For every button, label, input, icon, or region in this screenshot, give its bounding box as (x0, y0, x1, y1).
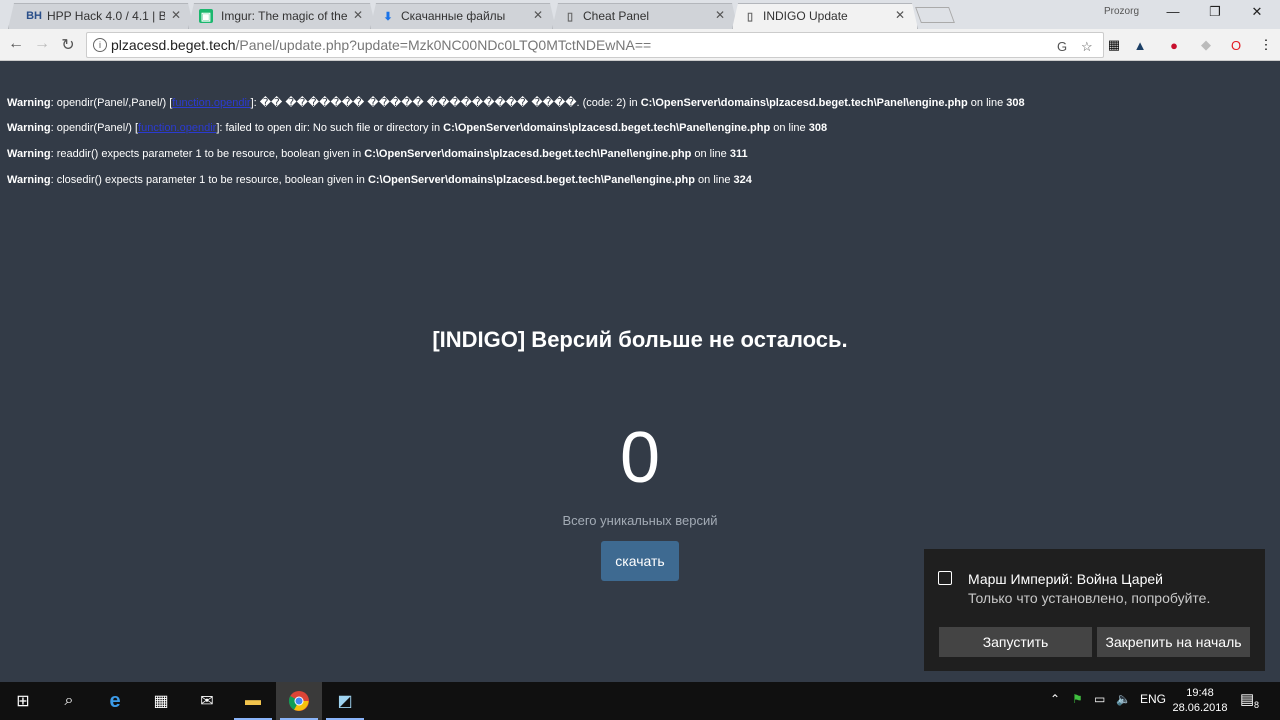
menu-dots-icon[interactable]: ⋮ (1256, 35, 1276, 55)
reload-icon[interactable]: ↻ (58, 35, 78, 55)
extension-triangle-icon[interactable]: ▲ (1130, 35, 1150, 55)
notification-count: 8 (1254, 700, 1260, 710)
close-icon[interactable]: ✕ (533, 8, 543, 22)
tab-title: Cheat Panel (583, 9, 650, 23)
page-headline: [INDIGO] Версий больше не осталось. (432, 327, 848, 352)
bh-favicon-icon: BH (26, 10, 42, 22)
tab-indigo-update[interactable]: ▯ INDIGO Update ✕ (732, 3, 918, 29)
maximize-icon[interactable]: ❐ (1200, 4, 1230, 20)
browser-toolbar: ← → ↻ i plzacesd.beget.tech/Panel/update… (0, 29, 1280, 61)
back-arrow-icon[interactable]: ← (6, 35, 26, 53)
php-warning: Warning: opendir(Panel/,Panel/) [functio… (7, 97, 1025, 109)
tab-title: Скачанные файлы (401, 9, 506, 23)
extension-opera-icon[interactable]: O (1226, 35, 1246, 55)
tab-imgur[interactable]: ▣ Imgur: The magic of the I ✕ (188, 3, 376, 29)
mail-icon[interactable]: ✉ (184, 682, 230, 720)
toast-notification: Марш Империй: Война Царей Только что уст… (924, 549, 1265, 671)
file-explorer-icon[interactable]: ▬ (230, 682, 276, 720)
tab-title: Imgur: The magic of the I (221, 9, 347, 23)
tab-title: HPP Hack 4.0 / 4.1 | Blast (47, 9, 156, 23)
version-count-label: Всего уникальных версий (562, 513, 718, 528)
url-host: plzacesd.beget.tech (111, 37, 236, 53)
store-icon[interactable]: ▦ (138, 682, 184, 720)
volume-icon[interactable]: 🔈 (1116, 692, 1131, 706)
chevron-up-icon[interactable]: ⌃ (1050, 692, 1060, 706)
language-indicator[interactable]: ENG (1140, 692, 1166, 706)
close-icon[interactable]: ✕ (353, 8, 363, 22)
launch-button[interactable]: Запустить (939, 627, 1092, 657)
php-warning: Warning: closedir() expects parameter 1 … (7, 174, 752, 186)
tab-hpp-hack[interactable]: BH HPP Hack 4.0 / 4.1 | Blast ✕ (8, 3, 194, 29)
tab-downloads[interactable]: ⬇ Скачанные файлы ✕ (370, 3, 556, 29)
address-bar[interactable]: i plzacesd.beget.tech/Panel/update.php?u… (86, 32, 1104, 58)
tab-title: INDIGO Update (763, 9, 848, 23)
close-icon[interactable]: ✕ (171, 8, 181, 22)
imgur-favicon-icon: ▣ (200, 10, 212, 23)
version-count: 0 (619, 418, 661, 498)
extension-diamond-icon[interactable]: ◆ (1196, 35, 1216, 55)
edge-browser-icon[interactable]: e (92, 682, 138, 720)
chrome-icon[interactable] (276, 682, 322, 720)
extension-vk-icon[interactable]: ● (1164, 35, 1184, 55)
store-bag-icon (938, 571, 952, 585)
app-icon[interactable]: ◩ (322, 682, 368, 720)
page-icon: ▯ (566, 10, 574, 23)
php-warning: Warning: readdir() expects parameter 1 t… (7, 148, 748, 160)
extension-qr-icon[interactable]: ▦ (1104, 35, 1124, 55)
toast-title: Марш Империй: Война Царей (968, 571, 1163, 587)
page-icon: ▯ (746, 10, 754, 23)
clock-date: 28.06.2018 (1172, 702, 1228, 714)
profile-name[interactable]: Prozorg (1104, 6, 1139, 17)
download-button[interactable]: скачать (601, 541, 679, 581)
minimize-icon[interactable]: — (1158, 4, 1188, 19)
tab-cheat-panel[interactable]: ▯ Cheat Panel ✕ (552, 3, 738, 29)
search-icon[interactable]: ⌕ (46, 682, 92, 720)
network-icon[interactable]: ▭ (1094, 692, 1105, 706)
clock[interactable]: 19:48 28.06.2018 (1168, 686, 1232, 716)
windows-start-icon[interactable]: ⊞ (0, 682, 46, 720)
forward-arrow-icon[interactable]: → (32, 35, 52, 53)
action-center-icon[interactable]: ▤ (1240, 690, 1254, 708)
new-tab-button[interactable] (915, 7, 955, 23)
close-icon[interactable]: ✕ (715, 8, 725, 22)
close-window-icon[interactable]: ✕ (1242, 4, 1272, 20)
toast-body: Только что установлено, попробуйте. (968, 590, 1211, 606)
bookmark-star-icon[interactable]: ☆ (1081, 39, 1093, 55)
translate-icon[interactable]: G (1057, 39, 1067, 54)
download-icon: ⬇ (383, 10, 393, 23)
flag-icon[interactable]: ⚑ (1072, 692, 1083, 706)
info-icon[interactable]: i (93, 38, 107, 52)
url-path: /Panel/update.php?update=Mzk0NC00NDc0LTQ… (235, 37, 652, 53)
clock-time: 19:48 (1186, 687, 1214, 699)
close-icon[interactable]: ✕ (895, 8, 905, 22)
taskbar: ⊞ ⌕ e ▦ ✉ ▬ ◩ ⌃ ⚑ ▭ 🔈 ENG 19:48 28.06.20… (0, 682, 1280, 720)
php-warning: Warning: opendir(Panel/) [function.opend… (7, 122, 828, 134)
function-link[interactable]: function.opendir (138, 122, 216, 134)
browser-tab-strip: BH HPP Hack 4.0 / 4.1 | Blast ✕ ▣ Imgur:… (0, 0, 1280, 29)
function-link[interactable]: function.opendir (172, 97, 250, 109)
pin-to-start-button[interactable]: Закрепить на началь (1097, 627, 1250, 657)
